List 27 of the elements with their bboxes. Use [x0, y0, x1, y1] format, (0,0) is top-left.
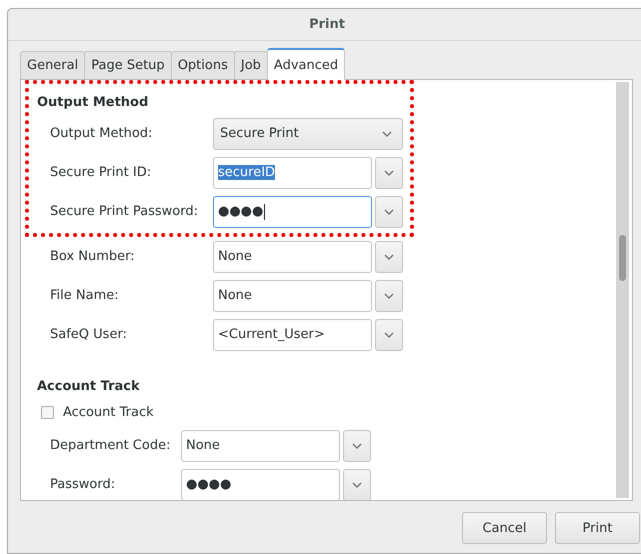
field-label: SafeQ User:: [50, 327, 128, 342]
section-heading: Account Track: [37, 378, 141, 396]
tab[interactable]: Advanced: [266, 48, 346, 80]
input-field[interactable]: ●●●●: [213, 196, 372, 228]
field-label: Department Code:: [50, 438, 172, 453]
input-field[interactable]: None: [181, 430, 340, 462]
field-label: Box Number:: [50, 249, 136, 264]
field-label: File Name:: [50, 288, 120, 303]
section-heading: Output Method: [37, 94, 150, 112]
field-label: Secure Print Password:: [50, 204, 199, 219]
print-button[interactable]: Print: [555, 512, 640, 544]
field-label: Output Method:: [50, 126, 154, 141]
input-field[interactable]: None: [213, 280, 372, 312]
window-title: Print: [309, 17, 345, 32]
tab[interactable]: Job: [234, 51, 268, 79]
input-field[interactable]: <Current_User>: [213, 318, 372, 350]
input-field[interactable]: ●●●●: [181, 468, 340, 500]
cancel-button[interactable]: Cancel: [462, 512, 547, 544]
tab[interactable]: Page Setup: [84, 51, 172, 79]
dropdown[interactable]: Secure Print: [213, 118, 403, 150]
tab[interactable]: Options: [170, 51, 235, 79]
input-field[interactable]: secureID: [213, 156, 372, 188]
tab[interactable]: General: [20, 51, 86, 79]
field-label: Password:: [50, 477, 116, 492]
checkbox-label: Account Track: [63, 404, 154, 420]
input-field[interactable]: None: [213, 240, 372, 272]
field-label: Secure Print ID:: [50, 165, 152, 180]
